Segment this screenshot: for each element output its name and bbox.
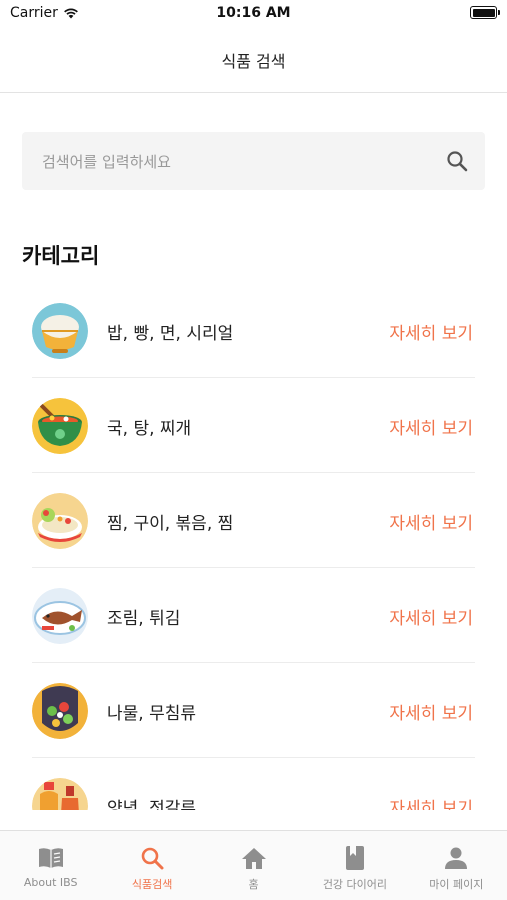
list-item[interactable]: 국, 탕, 찌개 자세히 보기 [0, 378, 507, 473]
tab-label: 홈 [248, 878, 259, 891]
soup-pot-icon [32, 398, 88, 454]
tab-bar: About IBS 식품검색 홈 건강 다이어리 마이 페이지 [0, 830, 507, 900]
rice-bowl-icon [32, 303, 88, 359]
view-details-link[interactable]: 자세히 보기 [389, 699, 473, 724]
sauce-bottle-icon [32, 778, 88, 810]
book-icon [37, 844, 65, 872]
person-icon [442, 844, 470, 872]
tab-about-ibs[interactable]: About IBS [0, 831, 101, 900]
list-item[interactable]: 밥, 빵, 면, 시리얼 자세히 보기 [0, 283, 507, 378]
list-item[interactable]: 조림, 튀김 자세히 보기 [0, 568, 507, 663]
vegetable-salad-icon [32, 683, 88, 739]
view-details-link[interactable]: 자세히 보기 [389, 509, 473, 534]
list-item[interactable]: 양념, 젓갈류 자세히 보기 [0, 758, 507, 810]
category-label: 밥, 빵, 면, 시리얼 [107, 324, 234, 344]
tab-label: About IBS [23, 876, 78, 889]
navigation-bar: 식품 검색 [0, 28, 507, 93]
view-details-link[interactable]: 자세히 보기 [389, 319, 473, 344]
tab-food-search[interactable]: 식품검색 [101, 831, 202, 900]
view-details-link[interactable]: 자세히 보기 [389, 604, 473, 629]
search-icon [138, 844, 166, 872]
status-bar: Carrier 10:16 AM [0, 0, 507, 28]
category-label: 양념, 젓갈류 [107, 799, 197, 810]
category-label: 국, 탕, 찌개 [107, 419, 192, 439]
category-label: 조림, 튀김 [107, 609, 181, 629]
list-item[interactable]: 나물, 무침류 자세히 보기 [0, 663, 507, 758]
status-time: 10:16 AM [216, 5, 291, 21]
section-title: 카테고리 [22, 244, 100, 268]
tab-label: 마이 페이지 [429, 878, 484, 891]
view-details-link[interactable]: 자세히 보기 [389, 414, 473, 439]
category-list: 밥, 빵, 면, 시리얼 자세히 보기 국, 탕, 찌개 자세히 보기 찜, 구… [0, 283, 507, 810]
list-item[interactable]: 찜, 구이, 볶음, 찜 자세히 보기 [0, 473, 507, 568]
battery-icon [470, 6, 500, 19]
tab-my-page[interactable]: 마이 페이지 [406, 831, 507, 900]
tab-health-diary[interactable]: 건강 다이어리 [304, 831, 405, 900]
grilled-fish-icon [32, 588, 88, 644]
home-icon [240, 844, 268, 872]
fried-dish-icon [32, 493, 88, 549]
search-icon[interactable] [445, 149, 469, 173]
tab-label: 식품검색 [131, 878, 173, 891]
view-details-link[interactable]: 자세히 보기 [389, 794, 473, 810]
diary-icon [341, 844, 369, 872]
search-placeholder: 검색어를 입력하세요 [42, 153, 171, 171]
tab-home[interactable]: 홈 [203, 831, 304, 900]
category-label: 찜, 구이, 볶음, 찜 [107, 514, 234, 534]
tab-label: 건강 다이어리 [322, 878, 388, 891]
search-input[interactable]: 검색어를 입력하세요 [22, 132, 485, 190]
page-title: 식품 검색 [221, 52, 286, 71]
category-label: 나물, 무침류 [107, 704, 197, 724]
